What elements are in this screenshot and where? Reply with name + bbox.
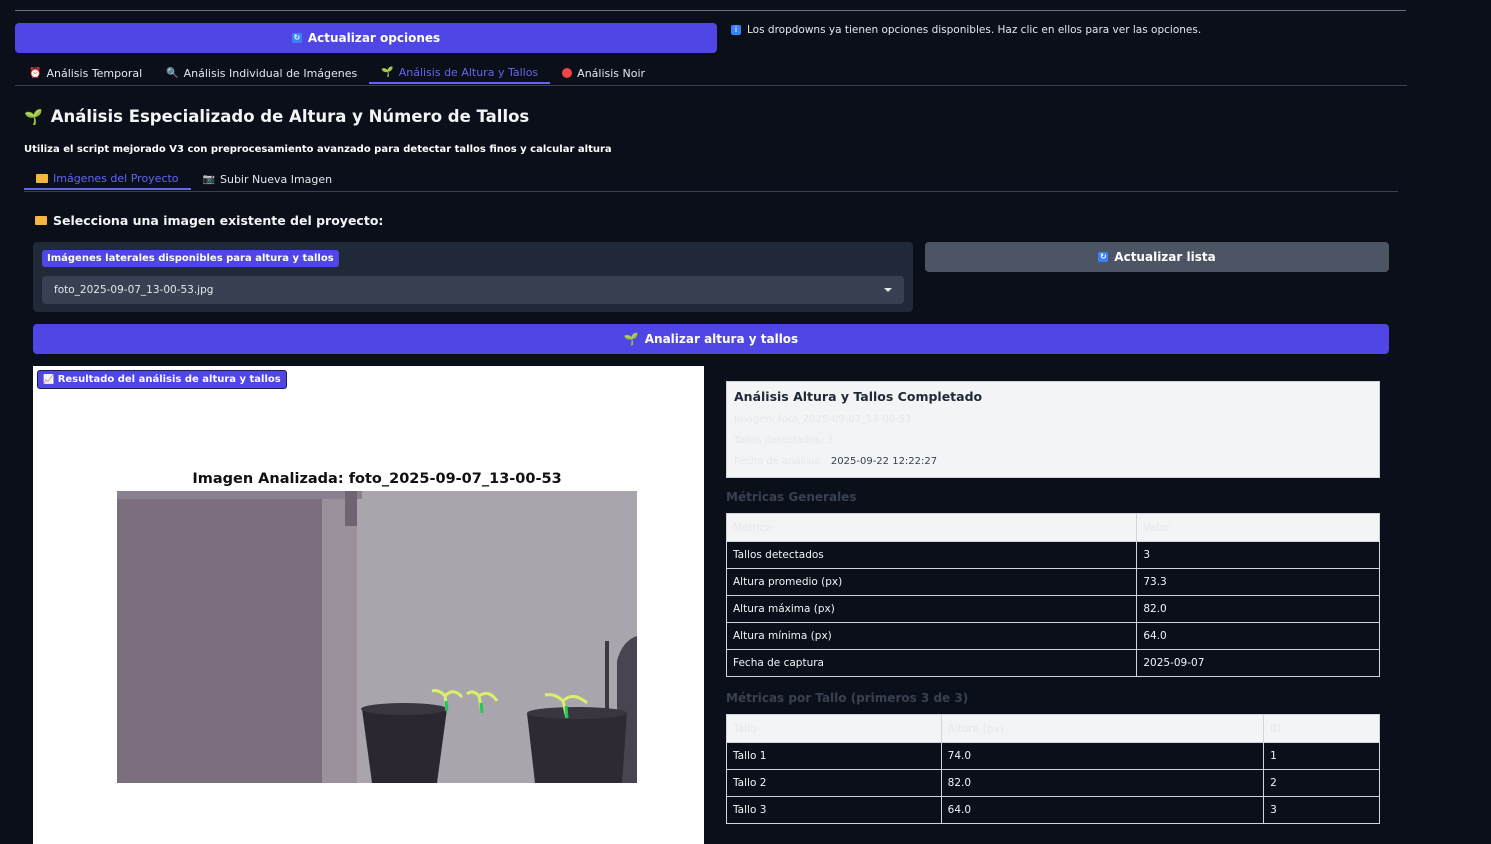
table-header-row: Métrica Valor <box>725 513 1380 542</box>
table-cell: Altura promedio (px) <box>725 568 1138 596</box>
table-cell: 64.0 <box>940 796 1265 824</box>
update-options-button[interactable]: ↻ Actualizar opciones <box>15 23 717 53</box>
refresh-list-button[interactable]: ↻ Actualizar lista <box>925 242 1389 272</box>
table-row: Tallo 1 74.0 1 <box>726 742 1380 770</box>
tabs-divider <box>15 85 1407 86</box>
analyzed-plant-photo <box>117 491 637 783</box>
table-cell: Altura mínima (px) <box>725 622 1138 650</box>
top-divider <box>15 10 1406 11</box>
table-cell: 1 <box>1263 742 1380 770</box>
column-header: ID <box>1263 714 1380 743</box>
alarm-clock-icon: ⏰ <box>29 67 42 79</box>
image-select-label: Imágenes laterales disponibles para altu… <box>42 250 339 267</box>
table-cell: 3 <box>1136 541 1380 569</box>
table-row: Altura mínima (px) 64.0 <box>725 622 1380 650</box>
tab-imagenes-proyecto[interactable]: Imágenes del Proyecto <box>24 168 191 190</box>
column-header: Altura (px) <box>940 714 1265 743</box>
column-header: Tallo <box>726 714 942 743</box>
table-row: Altura promedio (px) 73.3 <box>725 568 1380 596</box>
info-note: i Los dropdowns ya tienen opciones dispo… <box>731 24 1201 36</box>
table-cell: 64.0 <box>1136 622 1380 650</box>
subtabs-divider <box>24 191 1398 192</box>
seedling-icon: 🌱 <box>24 107 43 126</box>
main-tabs: ⏰ Análisis Temporal 🔍 Análisis Individua… <box>17 62 657 84</box>
result-card-date: Fecha de análisis: 2025-09-22 12:22:27 <box>734 456 938 467</box>
table-cell: Tallos detectados <box>725 541 1138 569</box>
tab-analisis-altura-tallos[interactable]: 🌱 Análisis de Altura y Tallos <box>369 62 551 84</box>
table-cell: Tallo 3 <box>726 796 942 824</box>
chevron-down-icon <box>884 288 892 292</box>
table-cell: Altura máxima (px) <box>725 595 1138 623</box>
table-cell: 2 <box>1263 769 1380 797</box>
seedling-icon: 🌱 <box>381 66 394 78</box>
image-select-value: foto_2025-09-07_13-00-53.jpg <box>54 284 214 296</box>
tab-subir-imagen[interactable]: 📷 Subir Nueva Imagen <box>191 168 345 190</box>
page-subtitle: Utiliza el script mejorado V3 con prepro… <box>24 144 612 155</box>
table-cell: Tallo 2 <box>726 769 942 797</box>
table-row: Tallo 2 82.0 2 <box>726 769 1380 797</box>
table-row: Fecha de captura 2025-09-07 <box>725 649 1380 677</box>
stem-metrics-table: Tallo Altura (px) ID Tallo 1 74.0 1 Tallo 2… <box>726 714 1380 824</box>
table-row: Tallos detectados 3 <box>725 541 1380 569</box>
result-card-title: Análisis Altura y Tallos Completado <box>734 389 983 404</box>
red-circle-icon <box>562 68 573 78</box>
folder-icon <box>36 173 48 183</box>
folder-icon <box>35 216 47 225</box>
table-cell: 82.0 <box>1136 595 1380 623</box>
column-header: Valor <box>1136 513 1380 542</box>
result-card-stems: Tallos detectados: 3 <box>734 435 834 446</box>
general-metrics-heading: Métricas Generales <box>726 490 857 504</box>
stem-metrics-heading: Métricas por Tallo (primeros 3 de 3) <box>726 691 969 705</box>
table-cell: 2025-09-07 <box>1136 649 1380 677</box>
camera-icon: 📷 <box>202 173 215 185</box>
plot-title: Imagen Analizada: foto_2025-09-07_13-00-… <box>192 471 562 487</box>
table-row: Altura máxima (px) 82.0 <box>725 595 1380 623</box>
select-heading: Selecciona una imagen existente del proy… <box>35 213 383 228</box>
analyzed-plant-photo-illustration <box>117 491 637 783</box>
tab-analisis-noir[interactable]: Análisis Noir <box>550 62 657 84</box>
table-cell: 3 <box>1263 796 1380 824</box>
table-cell: 82.0 <box>940 769 1265 797</box>
analyze-button[interactable]: 🌱 Analizar altura y tallos <box>33 324 1389 354</box>
table-cell: Fecha de captura <box>725 649 1138 677</box>
table-header-row: Tallo Altura (px) ID <box>726 714 1380 743</box>
column-header: Métrica <box>725 513 1138 542</box>
page-title: 🌱 Análisis Especializado de Altura y Núm… <box>24 107 530 126</box>
magnifier-icon: 🔍 <box>166 67 179 79</box>
refresh-icon: ↻ <box>1098 252 1109 262</box>
refresh-icon: ↻ <box>291 33 302 43</box>
general-metrics-table: Métrica Valor Tallos detectados 3 Altura p… <box>725 513 1380 677</box>
table-cell: 73.3 <box>1136 568 1380 596</box>
tab-analisis-temporal[interactable]: ⏰ Análisis Temporal <box>17 62 154 84</box>
info-icon: i <box>731 25 741 35</box>
image-select-dropdown[interactable]: foto_2025-09-07_13-00-53.jpg <box>42 276 904 304</box>
chart-icon: 📈 <box>43 375 55 385</box>
table-cell: Tallo 1 <box>726 742 942 770</box>
table-row: Tallo 3 64.0 3 <box>726 796 1380 824</box>
result-card-image: Imagen: foto_2025-09-07_13-00-53 <box>734 414 912 425</box>
sub-tabs: Imágenes del Proyecto 📷 Subir Nueva Imag… <box>24 168 344 190</box>
seedling-icon: 🌱 <box>623 332 639 346</box>
tab-analisis-individual[interactable]: 🔍 Análisis Individual de Imágenes <box>154 62 369 84</box>
table-cell: 74.0 <box>940 742 1265 770</box>
result-image-label: 📈 Resultado del análisis de altura y tal… <box>37 370 287 389</box>
